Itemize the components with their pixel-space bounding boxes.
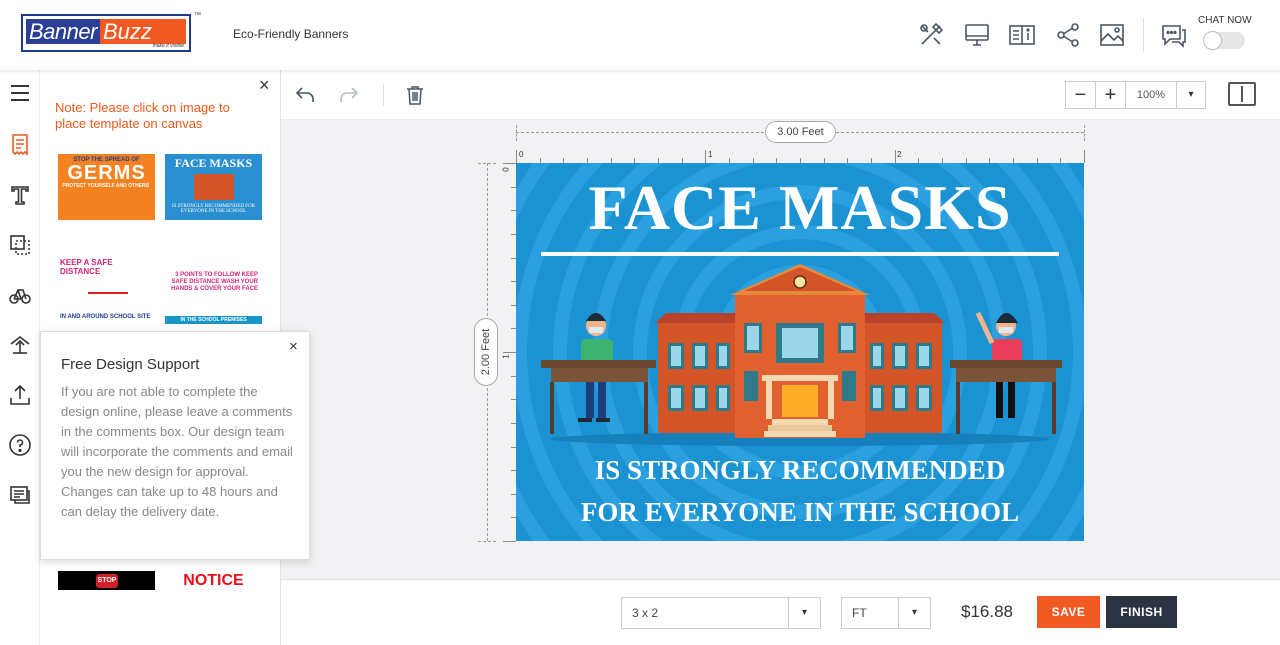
close-icon[interactable]: × xyxy=(259,76,270,94)
panel-toggle-icon[interactable] xyxy=(1228,82,1256,106)
shapes-icon[interactable] xyxy=(6,231,34,259)
comments-icon[interactable] xyxy=(6,481,34,509)
popup-body: If you are not able to complete the desi… xyxy=(61,384,293,519)
design-divider xyxy=(541,252,1059,256)
template-thumb-notice[interactable]: NOTICE xyxy=(165,571,262,590)
design-line-2[interactable]: IS STRONGLY RECOMMENDED xyxy=(516,455,1084,486)
zoom-out-button[interactable]: − xyxy=(1066,82,1096,108)
toolbar-separator xyxy=(383,84,384,106)
canvas-toolbar: − + 100% ▾ xyxy=(281,70,1280,120)
ruler-label: 0 xyxy=(501,167,511,172)
background-icon[interactable] xyxy=(6,331,34,359)
save-button[interactable]: SAVE xyxy=(1037,596,1100,628)
share-icon[interactable] xyxy=(1053,20,1083,50)
unit-select-value: FT xyxy=(852,606,867,620)
ruler-left: 0 1 xyxy=(501,163,516,542)
ruler-tick xyxy=(503,541,516,542)
ruler-label: 2 xyxy=(897,150,902,159)
design-line-3[interactable]: FOR EVERYONE IN THE SCHOOL xyxy=(516,497,1084,528)
template-thumb-stop[interactable]: STOP xyxy=(58,571,155,590)
width-label: 3.00 Feet xyxy=(765,121,836,143)
chevron-down-icon[interactable]: ▾ xyxy=(788,598,820,628)
bottom-bar: 3 x 2 ▾ FT ▾ $16.88 SAVE FINISH xyxy=(281,579,1280,645)
chevron-down-icon[interactable]: ▾ xyxy=(898,598,930,628)
redo-icon[interactable] xyxy=(336,82,362,108)
thumb-text: GERMS xyxy=(67,162,146,184)
design-canvas[interactable]: FACE MASKS IS STRONGLY RECOMMENDED FOR E… xyxy=(516,163,1084,541)
image-icon[interactable] xyxy=(1097,20,1127,50)
close-icon[interactable]: × xyxy=(289,338,298,355)
ruler-label: 1 xyxy=(708,150,713,159)
upload-icon[interactable] xyxy=(6,381,34,409)
unit-select[interactable]: FT ▾ xyxy=(841,597,931,629)
help-icon[interactable] xyxy=(6,431,34,459)
template-thumb-safe-distance[interactable]: KEEP A SAFE DISTANCE IN AND AROUND SCHOO… xyxy=(58,258,155,324)
toggle-knob xyxy=(1203,31,1222,50)
logo-part1: Banner xyxy=(26,19,100,44)
distance-arrow xyxy=(88,292,128,294)
template-thumb-germs[interactable]: STOP THE SPREAD OF GERMS PROTECT YOURSEL… xyxy=(58,154,155,220)
header-separator xyxy=(1143,18,1144,52)
chat-toggle[interactable] xyxy=(1203,31,1245,50)
ruler-tick xyxy=(503,352,516,353)
menu-icon[interactable] xyxy=(6,79,34,107)
tools-icon[interactable] xyxy=(916,20,946,50)
template-thumb-face-masks[interactable]: FACE MASKS IS STRONGLY RECOMMENDED FOR E… xyxy=(165,154,262,220)
stop-sign: STOP xyxy=(96,574,118,588)
ruler-tick xyxy=(516,150,517,163)
panel-note: Note: Please click on image to place tem… xyxy=(55,100,230,131)
ruler-tick xyxy=(503,163,516,164)
canvas-area: 3.00 Feet 0 1 2 2.00 Feet 0 1 FACE MASKS… xyxy=(281,120,1280,579)
chat-icon[interactable] xyxy=(1159,20,1189,50)
ruler-label: 1 xyxy=(501,354,511,359)
text-icon[interactable] xyxy=(6,181,34,209)
thumb-text: KEEP A SAFE DISTANCE xyxy=(60,258,113,276)
ruler-top: 0 1 2 xyxy=(516,150,1085,163)
thumb-text: IN AND AROUND SCHOOL SITE xyxy=(60,314,151,320)
finish-button[interactable]: FINISH xyxy=(1106,596,1177,628)
dimension-tick xyxy=(1084,125,1085,141)
height-label-text: 2.00 Feet xyxy=(480,328,492,376)
height-label: 2.00 Feet xyxy=(474,318,498,386)
templates-icon[interactable] xyxy=(6,131,34,159)
dimension-tick xyxy=(478,163,496,164)
thumb-text: FACE MASKS xyxy=(174,156,253,170)
design-title[interactable]: FACE MASKS xyxy=(516,171,1084,245)
trash-icon[interactable] xyxy=(402,82,428,108)
dimension-tick xyxy=(516,125,517,141)
ruler-tick xyxy=(705,150,707,163)
ruler-tick xyxy=(1084,150,1085,163)
chat-now-label: CHAT NOW xyxy=(1198,15,1252,26)
ruler-tick xyxy=(894,150,896,163)
logo-trademark: ™ xyxy=(194,12,201,19)
logo-part2: Buzz xyxy=(99,19,186,44)
book-info-icon[interactable] xyxy=(1007,20,1037,50)
thumb-text: IN THE SCHOOL PREMISES xyxy=(165,316,262,324)
product-title: Eco-Friendly Banners xyxy=(233,27,349,41)
chevron-down-icon[interactable]: ▾ xyxy=(1177,82,1205,108)
size-select[interactable]: 3 x 2 ▾ xyxy=(621,597,821,629)
clipart-icon[interactable] xyxy=(6,281,34,309)
header: Banner Buzz make it visible ™ Eco-Friend… xyxy=(0,0,1280,70)
logo[interactable]: Banner Buzz make it visible ™ xyxy=(21,12,201,52)
size-select-value: 3 x 2 xyxy=(632,606,659,620)
undo-icon[interactable] xyxy=(292,82,318,108)
design-support-popup: × Free Design Support If you are not abl… xyxy=(40,331,310,560)
school-graphic xyxy=(193,174,234,200)
thumb-text: IS STRONGLY RECOMMENDED FOR EVERYONE IN … xyxy=(171,204,256,214)
ruler-label: 0 xyxy=(519,150,524,159)
price: $16.88 xyxy=(961,602,1013,621)
thumb-text: PROTECT YOURSELF AND OTHERS xyxy=(62,183,149,189)
monitor-icon[interactable] xyxy=(962,20,992,50)
tool-rail xyxy=(0,70,40,645)
popup-title: Free Design Support xyxy=(61,356,200,373)
dimension-tick xyxy=(478,541,496,542)
logo-tagline: make it visible xyxy=(152,43,184,49)
template-thumb-3-points[interactable]: 3 POINTS TO FOLLOW KEEP SAFE DISTANCE WA… xyxy=(165,258,262,324)
zoom-control: − + 100% ▾ xyxy=(1065,81,1206,109)
thumb-text: 3 POINTS TO FOLLOW KEEP SAFE DISTANCE WA… xyxy=(171,272,258,292)
zoom-value[interactable]: 100% xyxy=(1126,82,1177,108)
zoom-in-button[interactable]: + xyxy=(1096,82,1126,108)
